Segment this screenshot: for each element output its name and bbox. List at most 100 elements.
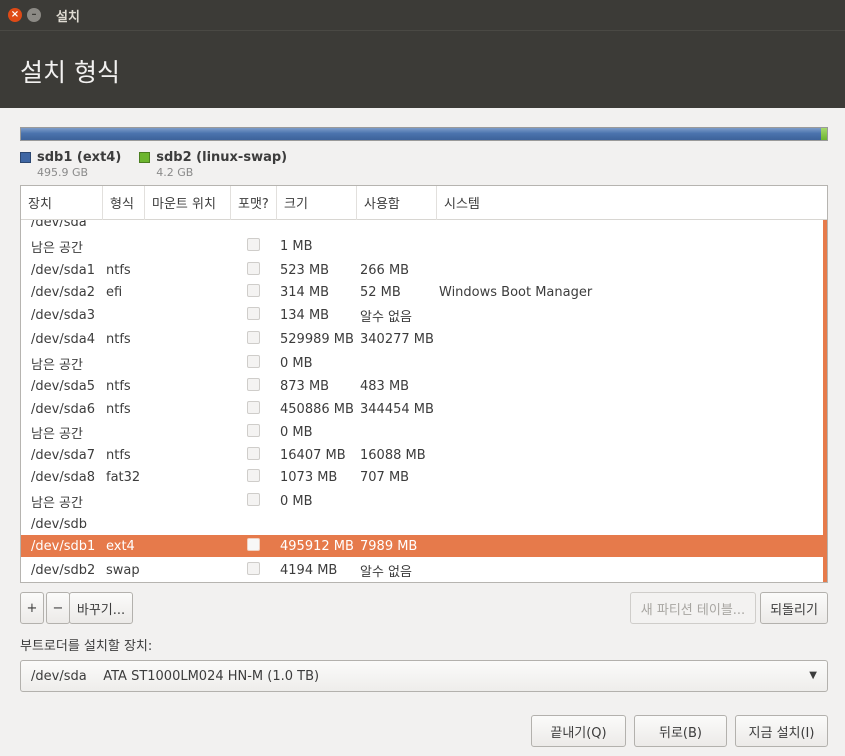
page-title: 설치 형식 [20,58,120,87]
install-now-button[interactable]: 지금 설치(I) [735,715,828,747]
table-row[interactable]: 남은 공간 0 MB [21,421,827,443]
cell-used: 52 MB [360,284,401,300]
table-header: 장치 형식 마운트 위치 포맷? 크기 사용함 시스템 [21,186,827,220]
quit-button[interactable]: 끝내기(Q) [531,715,626,747]
bootloader-selected-value: /dev/sda ATA ST1000LM024 HN-M (1.0 TB) [31,668,320,684]
cell-format [231,423,277,441]
cell-type: fat32 [106,469,141,485]
cell-type: ext4 [106,538,135,554]
scrollbar[interactable] [823,220,827,582]
cell-type: ntfs [106,262,131,278]
cell-used: 483 MB [360,378,410,394]
table-row[interactable]: /dev/sda8 fat32 1073 MB 707 MB [21,466,827,488]
cell-device: /dev/sdb1 [31,538,96,554]
table-row[interactable]: /dev/sdb2 swap 4194 MB 알수 없음 [21,559,827,581]
column-header-type[interactable]: 형식 [103,186,145,220]
cell-device: /dev/sda6 [31,401,95,417]
cell-system: Windows Boot Manager [439,284,593,300]
title-bar: × – 설치 [0,0,845,30]
table-row[interactable]: /dev/sdb1 ext4 495912 MB 7989 MB [21,535,827,557]
format-checkbox[interactable] [247,537,260,551]
cell-device: 남은 공간 [31,357,83,373]
cell-size: 495912 MB [280,538,354,554]
legend-name: sdb1 (ext4) [37,150,122,165]
format-checkbox[interactable] [247,261,260,275]
table-row[interactable]: /dev/sda4 ntfs 529989 MB 340277 MB [21,328,827,350]
format-checkbox[interactable] [247,400,260,414]
table-row[interactable]: /dev/sda6 ntfs 450886 MB 344454 MB [21,398,827,420]
add-partition-button[interactable]: + [20,592,44,624]
cell-device: 남은 공간 [31,240,83,256]
cell-used: 16088 MB [360,447,426,463]
cell-size: 0 MB [280,355,313,371]
table-row[interactable]: 남은 공간 1 MB [21,235,827,257]
table-row[interactable]: 남은 공간 0 MB [21,352,827,374]
minimize-icon[interactable]: – [27,8,41,22]
format-checkbox[interactable] [247,306,260,320]
format-checkbox[interactable] [247,561,260,575]
table-row[interactable]: /dev/sda7 ntfs 16407 MB 16088 MB [21,444,827,466]
cell-type: ntfs [106,378,131,394]
column-header-used[interactable]: 사용함 [357,186,437,220]
column-header-mount[interactable]: 마운트 위치 [145,186,231,220]
back-button[interactable]: 뒤로(B) [634,715,727,747]
cell-size: 450886 MB [280,401,354,417]
cell-device: 남은 공간 [31,426,83,442]
cell-used: 266 MB [360,262,410,278]
table-row[interactable]: /dev/sda2 efi 314 MB 52 MB Windows Boot Mana… [21,281,827,303]
cell-device: /dev/sda8 [31,469,95,485]
format-checkbox[interactable] [247,468,260,482]
device-group-label: /dev/sda [31,220,87,230]
device-group-label: /dev/sdb [31,516,87,532]
bootloader-device-select[interactable]: /dev/sda ATA ST1000LM024 HN-M (1.0 TB) ▼ [20,660,828,692]
column-header-system[interactable]: 시스템 [437,186,827,220]
format-checkbox[interactable] [247,354,260,368]
format-checkbox[interactable] [247,237,260,251]
cell-format [231,492,277,510]
cell-format [231,400,277,418]
bootloader-label: 부트로더를 설치할 장치: [20,639,153,654]
format-checkbox[interactable] [247,283,260,297]
legend-size: 495.9 GB [37,166,89,179]
partition-table[interactable]: 장치 형식 마운트 위치 포맷? 크기 사용함 시스템 /dev/sda 남은 공… [20,185,828,583]
cell-size: 16407 MB [280,447,346,463]
legend-item-sdb1: sdb1 (ext4) 495.9 GB [20,150,121,179]
cell-device: /dev/sda3 [31,307,95,323]
revert-button[interactable]: 되돌리기 [760,592,828,624]
column-header-format[interactable]: 포맷? [231,186,277,220]
cell-type: swap [106,562,140,578]
cell-format [231,377,277,395]
format-checkbox[interactable] [247,377,260,391]
remove-partition-button[interactable]: − [46,592,70,624]
change-partition-button[interactable]: 바꾸기... [69,592,133,624]
table-row[interactable]: 남은 공간 0 MB [21,490,827,512]
table-row[interactable]: /dev/sda1 ntfs 523 MB 266 MB [21,259,827,281]
table-group-row[interactable]: /dev/sda [21,220,827,233]
cell-format [231,446,277,464]
disk-legend: sdb1 (ext4) 495.9 GB sdb2 (linux-swap) 4… [20,150,287,179]
format-checkbox[interactable] [247,423,260,437]
close-icon[interactable]: × [8,8,22,22]
table-row[interactable]: /dev/sda5 ntfs 873 MB 483 MB [21,375,827,397]
cell-size: 4194 MB [280,562,338,578]
cell-device: /dev/sda5 [31,378,95,394]
format-checkbox[interactable] [247,330,260,344]
cell-device: /dev/sda1 [31,262,95,278]
cell-size: 529989 MB [280,331,354,347]
cell-size: 1 MB [280,238,313,254]
table-row[interactable]: /dev/sda3 134 MB 알수 없음 [21,304,827,326]
new-partition-table-button[interactable]: 새 파티션 테이블... [630,592,756,624]
format-checkbox[interactable] [247,492,260,506]
cell-size: 523 MB [280,262,330,278]
cell-size: 0 MB [280,493,313,509]
column-header-size[interactable]: 크기 [277,186,357,220]
cell-format [231,261,277,279]
cell-format [231,237,277,255]
format-checkbox[interactable] [247,446,260,460]
cell-device: /dev/sda4 [31,331,95,347]
legend-size: 4.2 GB [156,166,194,179]
column-header-device[interactable]: 장치 [21,186,103,220]
disk-segment-sdb1 [21,128,821,140]
table-group-row[interactable]: /dev/sdb [21,513,827,535]
cell-size: 314 MB [280,284,330,300]
